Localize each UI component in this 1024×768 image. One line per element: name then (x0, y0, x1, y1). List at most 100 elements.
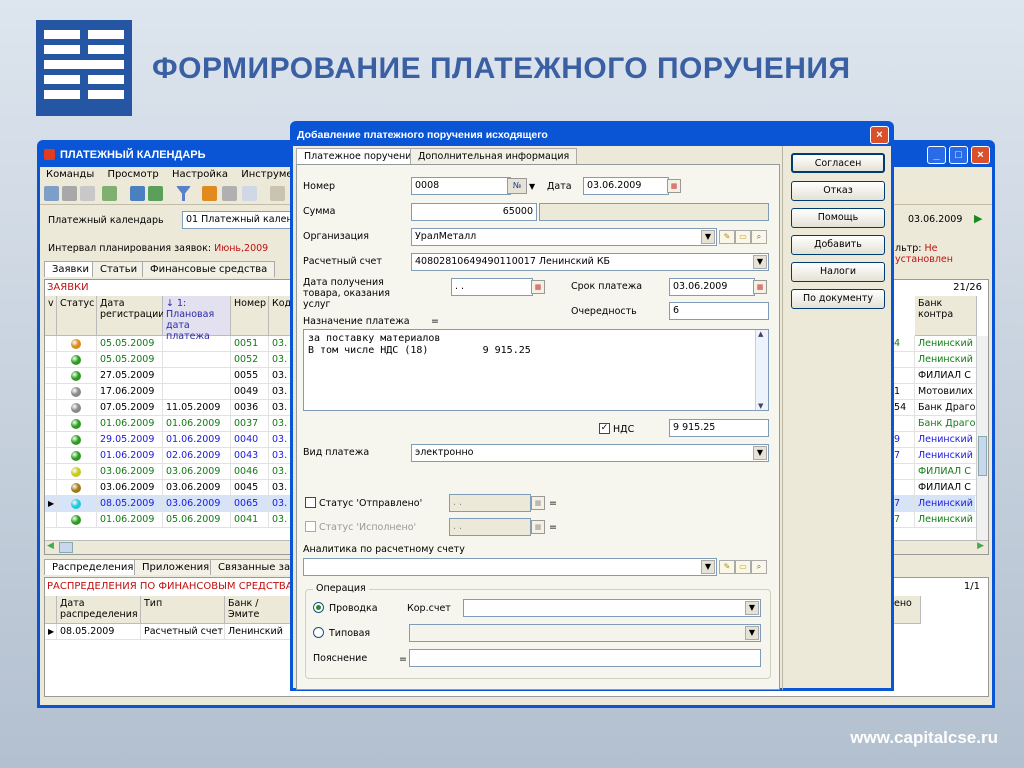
payment-type-dropdown-icon[interactable]: ▼ (753, 446, 767, 460)
vertical-scrollbar[interactable] (976, 336, 988, 540)
receipt-calendar-icon[interactable]: ▦ (531, 280, 545, 294)
date-calendar-icon[interactable]: ▦ (667, 179, 681, 193)
typical-dropdown-icon[interactable]: ▼ (745, 626, 759, 640)
analytics-edit-icon[interactable]: ✎ (719, 560, 735, 574)
cell-number: 0041 (231, 512, 269, 528)
refresh-icon[interactable] (102, 186, 117, 201)
purpose-textarea[interactable]: за поставку материалов В том числе НДС (… (303, 329, 769, 411)
menu-settings[interactable]: Настройка (172, 169, 228, 180)
analytics-dropdown-icon[interactable]: ▼ (701, 560, 715, 574)
tab-payment-order[interactable]: Платежное поручение (296, 148, 426, 164)
dcol-date[interactable]: Дата распределения (57, 596, 141, 624)
tab-distribution[interactable]: Распределения (44, 559, 142, 575)
taxes-button[interactable]: Налоги (791, 262, 885, 282)
number-dropdown-icon[interactable]: ▼ (529, 182, 535, 191)
col-date-reg[interactable]: Дата регистрации (97, 296, 164, 336)
status-dot-icon (71, 499, 81, 509)
payment-type-select[interactable]: электронно ▼ (411, 444, 769, 462)
minimize-icon[interactable]: _ (927, 146, 946, 164)
scroll-thumb[interactable] (59, 542, 73, 553)
purpose-scrollbar[interactable]: ▲ ▼ (755, 330, 768, 410)
col-planned-date[interactable]: ↓ 1: Плановая дата платежа (163, 296, 231, 342)
cell-bank: Ленинский (915, 336, 977, 352)
calendar-icon[interactable] (202, 186, 217, 201)
col-number[interactable]: Номер (231, 296, 269, 336)
corr-dropdown-icon[interactable]: ▼ (745, 601, 759, 615)
calendar-field[interactable]: 01 Платежный календа (182, 211, 294, 229)
analytics-input[interactable]: ▼ (303, 558, 717, 576)
receipt-date-input[interactable]: . . (451, 278, 533, 296)
scroll-up-icon[interactable]: ▲ (758, 330, 763, 338)
corr-account-select[interactable]: ▼ (463, 599, 761, 617)
analytics-search-icon[interactable]: ⌕ (751, 560, 767, 574)
money-icon[interactable] (148, 186, 163, 201)
radio-typical[interactable] (313, 627, 324, 638)
dialog-close-icon[interactable]: × (870, 126, 889, 144)
sent-status-label: Статус 'Отправлено' (319, 498, 423, 509)
agree-button[interactable]: Согласен (791, 153, 885, 173)
tab-requests[interactable]: Заявки (44, 261, 97, 277)
preview-icon[interactable] (242, 186, 257, 201)
vat-checkbox[interactable]: ✓ (599, 423, 610, 434)
row-marker: ▶ (45, 496, 57, 512)
account-select[interactable]: 40802810649490110017 Ленинский КБ ▼ (411, 253, 769, 271)
scroll-left-icon[interactable]: ◀ (47, 541, 54, 551)
col-bank[interactable]: Банк контра (915, 296, 977, 336)
number-picker-button[interactable]: № (507, 178, 527, 194)
print-icon[interactable] (222, 186, 237, 201)
edit-icon[interactable] (62, 186, 77, 201)
org-search-icon[interactable]: ⌕ (751, 230, 767, 244)
due-date-input[interactable]: 03.06.2009 (669, 278, 755, 296)
add-button[interactable]: Добавить (791, 235, 885, 255)
tab-articles[interactable]: Статьи (92, 261, 146, 277)
sent-status-checkbox[interactable] (305, 497, 316, 508)
purpose-line-2: В том числе НДС (18) 9 915.25 (308, 345, 531, 356)
help-button[interactable]: Помощь (791, 208, 885, 228)
done-calendar-icon: ▦ (531, 520, 545, 534)
typical-select[interactable]: ▼ (409, 624, 761, 642)
dcol-type[interactable]: Тип (141, 596, 225, 624)
org-edit-icon[interactable]: ✎ (719, 230, 735, 244)
analytics-folder-icon[interactable]: ▭ (735, 560, 751, 574)
delete-icon[interactable] (80, 186, 95, 201)
radio-posting[interactable] (313, 602, 324, 613)
by-document-button[interactable]: По документу (791, 289, 885, 309)
order-input[interactable]: 6 (669, 302, 769, 320)
col-status[interactable]: Статус (57, 296, 97, 336)
vat-input[interactable]: 9 915.25 (669, 419, 769, 437)
status-cell (57, 512, 97, 528)
play-icon[interactable]: ▶ (974, 213, 986, 225)
dcol-bank[interactable]: Банк / Эмите (225, 596, 293, 624)
org-input[interactable]: УралМеталл ▼ (411, 228, 717, 246)
scroll-down-icon[interactable]: ▼ (758, 402, 763, 410)
col-v[interactable]: v (45, 296, 57, 336)
tab-finance[interactable]: Финансовые средства (142, 261, 276, 277)
report-icon[interactable] (130, 186, 145, 201)
menu-commands[interactable]: Команды (46, 169, 94, 180)
scroll-right-icon[interactable]: ▶ (977, 541, 984, 551)
status-cell (57, 352, 97, 368)
cancel-button[interactable]: Отказ (791, 181, 885, 201)
vscroll-thumb[interactable] (978, 436, 987, 476)
close-icon[interactable]: × (971, 146, 990, 164)
due-calendar-icon[interactable]: ▦ (753, 280, 767, 294)
sum-input[interactable]: 65000 (411, 203, 537, 221)
done-status-checkbox[interactable] (305, 521, 316, 532)
account-dropdown-icon[interactable]: ▼ (753, 255, 767, 269)
tab-attachments[interactable]: Приложения (134, 559, 218, 575)
org-folder-icon[interactable]: ▭ (735, 230, 751, 244)
menu-view[interactable]: Просмотр (107, 169, 158, 180)
footer-url[interactable]: www.capitalcse.ru (850, 728, 998, 748)
cell-bank: Ленинский (915, 496, 977, 512)
row-marker (45, 448, 57, 464)
maximize-icon[interactable]: □ (949, 146, 968, 164)
org-dropdown-icon[interactable]: ▼ (701, 230, 715, 244)
note-input[interactable] (409, 649, 761, 667)
filter-icon[interactable] (176, 186, 191, 201)
new-icon[interactable] (44, 186, 59, 201)
tab-additional-info[interactable]: Дополнительная информация (410, 148, 578, 164)
date-input[interactable]: 03.06.2009 (583, 177, 669, 195)
dcol-right[interactable]: ено (891, 596, 921, 624)
number-input[interactable]: 0008 (411, 177, 511, 195)
settings-icon[interactable] (270, 186, 285, 201)
